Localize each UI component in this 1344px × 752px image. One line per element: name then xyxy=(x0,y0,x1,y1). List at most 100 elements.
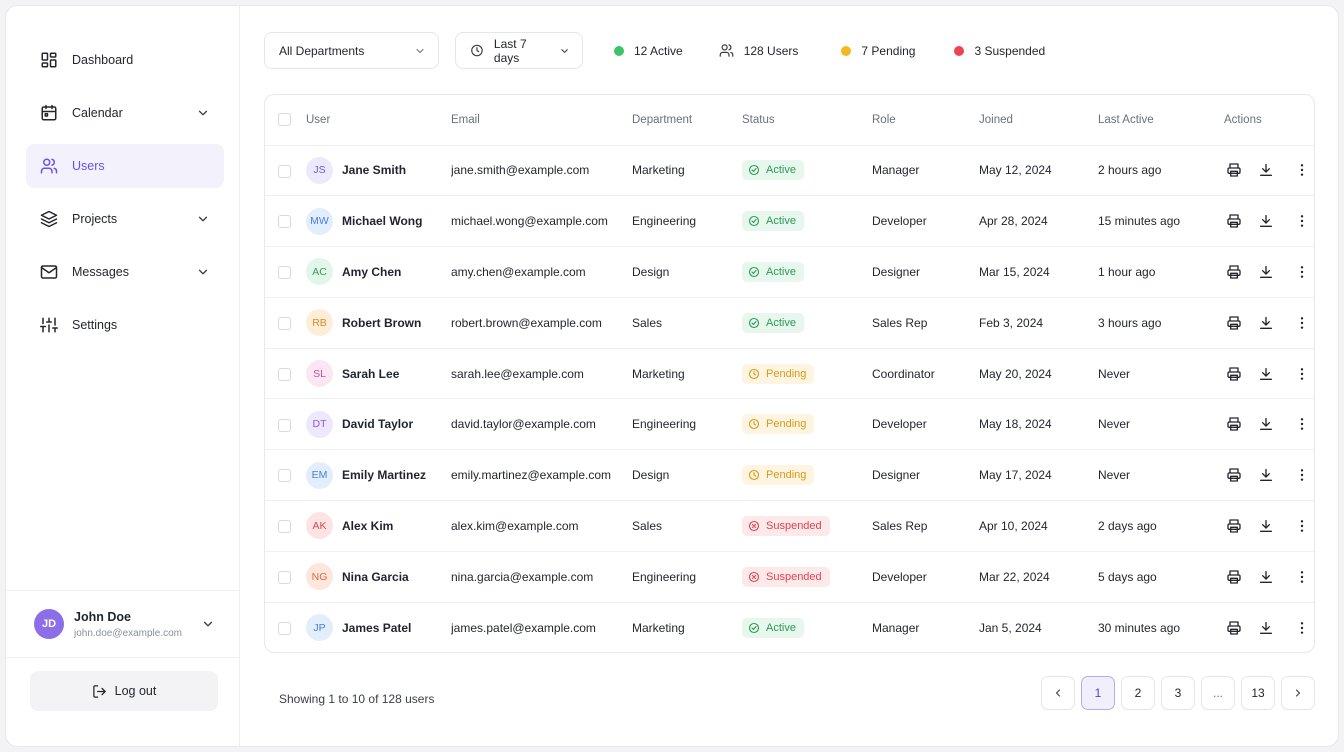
printer-icon[interactable] xyxy=(1226,315,1242,331)
table-row[interactable]: EM Emily Martinez emily.martinez@example.c… xyxy=(265,449,1314,502)
status-badge: Suspended xyxy=(742,515,830,536)
column-header-email[interactable]: Email xyxy=(451,95,632,146)
download-icon[interactable] xyxy=(1258,467,1274,483)
page-button-1[interactable]: 1 xyxy=(1081,676,1115,710)
column-header-joined[interactable]: Joined xyxy=(979,95,1098,146)
row-checkbox[interactable] xyxy=(278,215,291,229)
table-row[interactable]: MW Michael Wong michael.wong@example.com En… xyxy=(265,195,1314,248)
row-checkbox[interactable] xyxy=(278,316,291,330)
table-row[interactable]: DT David Taylor david.taylor@example.com En… xyxy=(265,398,1314,451)
sidebar-item-label: Settings xyxy=(72,318,118,332)
download-icon[interactable] xyxy=(1258,264,1274,280)
row-checkbox[interactable] xyxy=(278,469,291,483)
row-checkbox[interactable] xyxy=(278,621,291,635)
more-vertical-icon[interactable] xyxy=(1294,162,1310,178)
more-vertical-icon[interactable] xyxy=(1294,518,1310,534)
page-button-3[interactable]: 3 xyxy=(1161,676,1195,710)
more-vertical-icon[interactable] xyxy=(1294,620,1310,636)
sidebar-item-settings[interactable]: Settings xyxy=(26,303,224,347)
column-header-last-active[interactable]: Last Active xyxy=(1098,95,1224,146)
sidebar-item-users[interactable]: Users xyxy=(26,144,224,188)
chevron-down-icon[interactable] xyxy=(201,617,215,631)
row-checkbox[interactable] xyxy=(278,266,291,280)
row-checkbox[interactable] xyxy=(278,164,291,178)
column-header-status[interactable]: Status xyxy=(742,95,872,146)
download-icon[interactable] xyxy=(1258,366,1274,382)
column-header-role[interactable]: Role xyxy=(872,95,979,146)
select-all-checkbox[interactable] xyxy=(278,113,291,127)
more-vertical-icon[interactable] xyxy=(1294,315,1310,331)
download-icon[interactable] xyxy=(1258,213,1274,229)
user-name: Michael Wong xyxy=(342,214,423,229)
pagination: 1 2 3... 13 xyxy=(1035,676,1315,710)
sidebar-item-dashboard[interactable]: Dashboard xyxy=(26,38,224,82)
page-button-13[interactable]: 13 xyxy=(1241,676,1275,710)
joined-cell: Mar 22, 2024 xyxy=(979,551,1098,603)
row-checkbox[interactable] xyxy=(278,418,291,432)
status-label: Active xyxy=(766,164,796,177)
printer-icon[interactable] xyxy=(1226,416,1242,432)
table-row[interactable]: NG Nina Garcia nina.garcia@example.com Engi… xyxy=(265,551,1314,603)
email-cell: emily.martinez@example.com xyxy=(451,449,632,502)
download-icon[interactable] xyxy=(1258,518,1274,534)
table-row[interactable]: JP James Patel james.patel@example.com Mark… xyxy=(265,602,1314,652)
row-checkbox[interactable] xyxy=(278,520,291,534)
clock-icon xyxy=(748,368,766,380)
more-vertical-icon[interactable] xyxy=(1294,366,1310,382)
printer-icon[interactable] xyxy=(1226,162,1242,178)
last-active-cell: 2 days ago xyxy=(1098,500,1224,552)
more-vertical-icon[interactable] xyxy=(1294,416,1310,432)
user-profile[interactable]: JD John Doe john.doe@example.com xyxy=(6,590,239,658)
row-checkbox[interactable] xyxy=(278,367,291,381)
logout-button[interactable]: Log out xyxy=(30,671,218,711)
column-header-user[interactable]: User xyxy=(306,95,451,146)
status-badge: Suspended xyxy=(742,566,830,587)
page-button-2[interactable]: 2 xyxy=(1121,676,1155,710)
row-checkbox[interactable] xyxy=(278,570,291,584)
table-row[interactable]: RB Robert Brown robert.brown@example.com Sa… xyxy=(265,297,1314,349)
more-vertical-icon[interactable] xyxy=(1294,467,1310,483)
time-range-select[interactable]: Last 7 days xyxy=(455,32,583,69)
last-active-cell: 3 hours ago xyxy=(1098,297,1224,349)
printer-icon[interactable] xyxy=(1226,569,1242,585)
printer-icon[interactable] xyxy=(1226,620,1242,636)
x-circle-icon xyxy=(748,571,766,583)
sidebar-item-messages[interactable]: Messages xyxy=(26,250,224,294)
printer-icon[interactable] xyxy=(1226,264,1242,280)
status-label: Active xyxy=(766,215,796,228)
department-select[interactable]: All Departments xyxy=(264,32,439,69)
avatar: MW xyxy=(306,207,333,235)
sidebar-item-calendar[interactable]: Calendar xyxy=(26,91,224,135)
stat-suspended: 3 Suspended xyxy=(954,44,1045,58)
users-icon xyxy=(40,157,58,175)
table-row[interactable]: AK Alex Kim alex.kim@example.com Sales Suspe… xyxy=(265,500,1314,552)
chevron-down-icon[interactable] xyxy=(196,106,210,120)
download-icon[interactable] xyxy=(1258,162,1274,178)
printer-icon[interactable] xyxy=(1226,518,1242,534)
download-icon[interactable] xyxy=(1258,315,1274,331)
printer-icon[interactable] xyxy=(1226,366,1242,382)
sidebar-item-projects[interactable]: Projects xyxy=(26,197,224,241)
download-icon[interactable] xyxy=(1258,620,1274,636)
role-cell: Sales Rep xyxy=(872,297,979,349)
avatar: RB xyxy=(306,309,333,337)
printer-icon[interactable] xyxy=(1226,213,1242,229)
prev-page-button[interactable] xyxy=(1041,676,1075,710)
user-name: Nina Garcia xyxy=(342,569,409,584)
table-row[interactable]: JS Jane Smith jane.smith@example.com Market… xyxy=(265,145,1314,197)
download-icon[interactable] xyxy=(1258,416,1274,432)
more-vertical-icon[interactable] xyxy=(1294,213,1310,229)
table-row[interactable]: AC Amy Chen amy.chen@example.com Design Acti… xyxy=(265,246,1314,298)
user-cell: DT David Taylor xyxy=(306,410,451,438)
last-active-cell: 1 hour ago xyxy=(1098,246,1224,298)
chevron-down-icon[interactable] xyxy=(196,212,210,226)
column-header-department[interactable]: Department xyxy=(632,95,742,146)
table-row[interactable]: SL Sarah Lee sarah.lee@example.com Marketin… xyxy=(265,348,1314,400)
next-page-button[interactable] xyxy=(1281,676,1315,710)
more-vertical-icon[interactable] xyxy=(1294,569,1310,585)
role-cell: Developer xyxy=(872,551,979,603)
printer-icon[interactable] xyxy=(1226,467,1242,483)
more-vertical-icon[interactable] xyxy=(1294,264,1310,280)
chevron-down-icon[interactable] xyxy=(196,265,210,279)
download-icon[interactable] xyxy=(1258,569,1274,585)
